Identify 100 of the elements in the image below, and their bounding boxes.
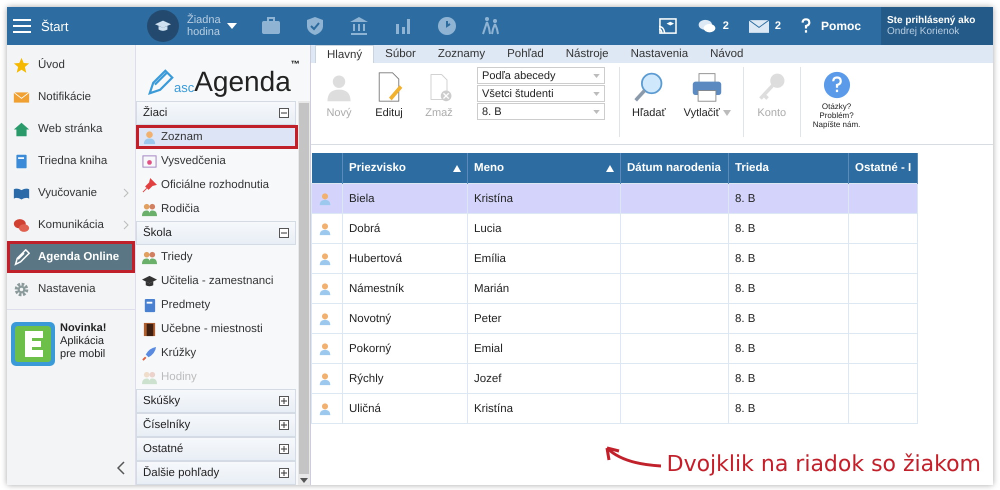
people-icon — [142, 250, 157, 264]
table-row[interactable]: Pokorný Emial 8. B — [312, 334, 918, 364]
question-mark-icon — [822, 71, 851, 99]
toolbar-button[interactable]: Vytlačiť — [678, 67, 737, 123]
house-icon — [13, 120, 30, 138]
ribbon-tab[interactable]: Súbor — [374, 45, 427, 63]
nav-item[interactable]: Triedy — [136, 245, 298, 269]
table-cell: Emília — [468, 244, 620, 274]
shield-icon[interactable] — [304, 16, 325, 36]
app-logo-icon — [11, 322, 55, 366]
dropdown-field[interactable]: 8. B — [477, 103, 605, 120]
dropdown-field[interactable]: Všetci študenti — [477, 85, 605, 102]
nav-item[interactable]: Učebne - miestnosti — [136, 317, 298, 341]
cast-screen-icon[interactable] — [658, 18, 677, 34]
bank-icon[interactable] — [348, 16, 369, 36]
table-row[interactable]: Námestník Marián 8. B — [312, 274, 918, 304]
chevron-right-icon — [123, 188, 129, 198]
expand-icon — [279, 420, 289, 430]
sidebar-item[interactable]: Notifikácie — [7, 81, 135, 113]
column-header[interactable] — [312, 153, 342, 184]
nav-item[interactable]: Krúžky — [136, 341, 298, 365]
dropdown-field[interactable]: Podľa abecedy — [477, 67, 605, 84]
ribbon-tab[interactable]: Pohľad — [496, 45, 555, 63]
table-cell: Námestník — [342, 274, 468, 304]
table-cell: Rýchly — [342, 364, 468, 394]
section-header[interactable]: Škola — [136, 221, 296, 245]
walking-people-icon[interactable] — [480, 16, 501, 36]
toolbar-button[interactable]: Edituj — [367, 67, 411, 123]
login-panel[interactable]: Ste prihlásený ako Ondrej Korienok — [881, 7, 993, 45]
table-row[interactable]: Biela Kristína 8. B — [312, 184, 918, 214]
expand-icon — [279, 468, 289, 478]
sidebar-item[interactable]: Nastavenia — [7, 273, 135, 305]
table-cell: Uličná — [342, 394, 468, 424]
search-icon — [632, 71, 665, 103]
briefcase-icon[interactable] — [260, 16, 281, 36]
collapse-icon — [279, 228, 289, 238]
chat-bubbles-icon — [13, 216, 30, 234]
toolbar-button[interactable]: Hľadať — [626, 67, 672, 123]
expand-icon — [279, 444, 289, 454]
ribbon-tab[interactable]: Zoznamy — [426, 45, 496, 63]
rocket-icon — [142, 346, 157, 360]
mail-button[interactable]: 2 — [748, 18, 781, 34]
sidebar-item[interactable]: Agenda Online — [7, 241, 135, 273]
column-header[interactable]: Priezvisko — [342, 153, 468, 184]
nav-item[interactable]: Oficiálne rozhodnutia — [136, 173, 298, 197]
sidebar-item[interactable]: Komunikácia — [7, 209, 135, 241]
column-header[interactable]: Ostatné - I — [848, 153, 918, 184]
start-menu-button[interactable]: Štart — [7, 7, 127, 45]
section-header[interactable]: Ďalšie pohľady — [136, 461, 296, 485]
nav-item[interactable]: Rodičia — [136, 197, 298, 221]
table-row[interactable]: Uličná Kristína 8. B — [312, 394, 918, 424]
table-cell: Jozef — [468, 364, 620, 394]
ribbon-tab[interactable]: Nastavenia — [620, 45, 700, 63]
clock-icon[interactable] — [436, 16, 457, 36]
help-button[interactable]: Pomoc — [800, 18, 861, 34]
section-header[interactable]: Číselníky — [136, 413, 296, 437]
person-icon — [318, 192, 332, 206]
table-row[interactable]: Dobrá Lucia 8. B — [312, 214, 918, 244]
column-header[interactable]: Dátum narodenia — [620, 153, 728, 184]
nav-item[interactable]: Vysvedčenia — [136, 149, 298, 173]
help-contact-button[interactable]: Otázky? Problém? Napíšte nám. — [806, 67, 866, 133]
table-cell: Dobrá — [342, 214, 468, 244]
ribbon-tab[interactable]: Nástroje — [554, 45, 620, 63]
sidebar-item[interactable]: Triedna kniha — [7, 145, 135, 177]
person-icon — [142, 130, 157, 144]
nav-item[interactable]: Zoznam — [136, 125, 298, 149]
section-header[interactable]: Skúšky — [136, 389, 296, 413]
nav-item[interactable]: Predmety — [136, 293, 298, 317]
sidebar-item[interactable]: Úvod — [7, 49, 135, 81]
column-header[interactable]: Trieda — [728, 153, 848, 184]
scroll-down-arrow-icon[interactable] — [300, 478, 308, 483]
table-row[interactable]: Novotný Peter 8. B — [312, 304, 918, 334]
chat-bubbles-icon — [696, 18, 717, 34]
caret-icon — [593, 110, 600, 114]
section-header[interactable]: Žiaci — [136, 101, 296, 125]
annotation-arrow — [602, 444, 663, 468]
promo-text[interactable]: Novinka! Aplikácia pre mobil — [60, 322, 106, 366]
people-icon — [142, 202, 157, 216]
agenda-logo: ascAgenda ™ — [136, 45, 310, 101]
sidebar-item[interactable]: Vyučovanie — [7, 177, 135, 209]
table-cell: 8. B — [728, 244, 848, 274]
table-cell: Kristína — [468, 394, 620, 424]
section-header[interactable]: Ostatné — [136, 437, 296, 461]
messages-button[interactable]: 2 — [696, 18, 729, 34]
sidebar-item[interactable]: Web stránka — [7, 113, 135, 145]
nav-item[interactable]: Učitelia - zamestnanci — [136, 269, 298, 293]
table-cell: 8. B — [728, 394, 848, 424]
scrollbar[interactable] — [298, 101, 310, 485]
person-icon — [318, 402, 332, 416]
table-cell: Kristína — [468, 184, 620, 214]
column-header[interactable]: Meno — [468, 153, 620, 184]
ribbon-tab[interactable]: Návod — [699, 45, 754, 63]
caret-icon — [593, 74, 600, 78]
graduation-cap-icon[interactable] — [147, 10, 179, 42]
table-row[interactable]: Rýchly Jozef 8. B — [312, 364, 918, 394]
people-icon — [142, 370, 157, 384]
ribbon-tab[interactable]: Hlavný — [315, 45, 374, 63]
table-cell: 8. B — [728, 274, 848, 304]
table-row[interactable]: Hubertová Emília 8. B — [312, 244, 918, 274]
collapse-chevron-icon[interactable] — [117, 461, 125, 475]
